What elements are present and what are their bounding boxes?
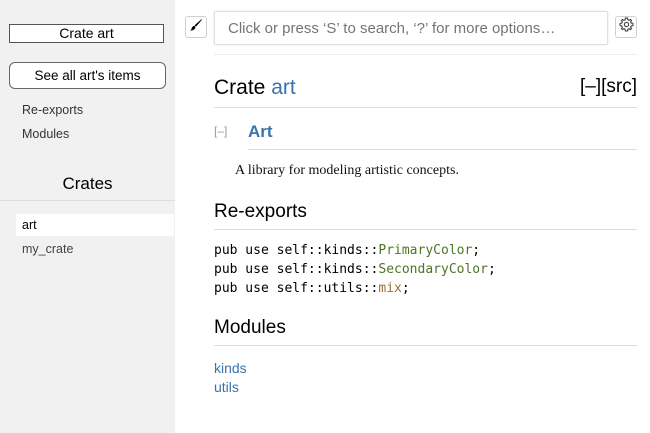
docblock-collapse-toggle[interactable]: [–] [214, 124, 227, 138]
search-input[interactable] [214, 11, 608, 45]
reexports-heading[interactable]: Re-exports [214, 201, 307, 223]
collapse-all-toggle[interactable]: [–] [580, 76, 601, 97]
sidebar-crate-title[interactable]: Crate art [9, 24, 164, 43]
sidebar-link-reexports[interactable]: Re-exports [22, 103, 83, 117]
module-link-kinds[interactable]: kinds [214, 360, 247, 376]
settings-button[interactable] [615, 16, 637, 38]
sidebar-link-modules[interactable]: Modules [22, 127, 69, 141]
theme-picker-button[interactable] [185, 16, 207, 38]
reexport-path: pub use self::utils:: [214, 281, 379, 296]
reexports-divider [214, 229, 637, 230]
see-all-items-button[interactable]: See all art's items [9, 62, 166, 89]
modules-divider [214, 345, 637, 346]
module-link-utils[interactable]: utils [214, 379, 239, 395]
source-link[interactable]: [src] [601, 76, 637, 97]
reexport-mix-link[interactable]: mix [378, 281, 401, 296]
reexport-semicolon: ; [472, 243, 481, 258]
crates-divider [0, 200, 175, 201]
paintbrush-icon [189, 18, 203, 37]
reexport-line: pub use self::utils::mix; [214, 281, 410, 296]
doc-heading-art[interactable]: Art [248, 122, 273, 142]
gear-icon [618, 17, 634, 37]
crate-item-my-crate[interactable]: my_crate [16, 238, 174, 260]
crate-description: A library for modeling artistic concepts… [235, 163, 459, 178]
crates-heading: Crates [62, 174, 113, 193]
reexport-path: pub use self::kinds:: [214, 243, 379, 258]
title-divider [214, 107, 637, 108]
reexport-secondarycolor-link[interactable]: SecondaryColor [378, 262, 488, 277]
reexport-path: pub use self::kinds:: [214, 262, 379, 277]
reexport-semicolon: ; [401, 281, 410, 296]
modules-heading[interactable]: Modules [214, 317, 286, 339]
reexport-primarycolor-link[interactable]: PrimaryColor [378, 243, 472, 258]
reexport-line: pub use self::kinds::PrimaryColor; [214, 243, 480, 258]
reexport-semicolon: ; [487, 262, 496, 277]
page-title-crate-link[interactable]: art [271, 76, 296, 99]
page-title-prefix: Crate [214, 76, 272, 99]
header-divider [214, 54, 637, 55]
reexport-line: pub use self::kinds::SecondaryColor; [214, 262, 496, 277]
page-title: Crate art [214, 76, 296, 100]
sidebar: Crate art See all art's items Re-exports… [0, 0, 175, 433]
crate-item-art[interactable]: art [16, 214, 174, 236]
doc-heading-divider [248, 149, 637, 150]
title-actions: [–][src] [580, 76, 637, 98]
